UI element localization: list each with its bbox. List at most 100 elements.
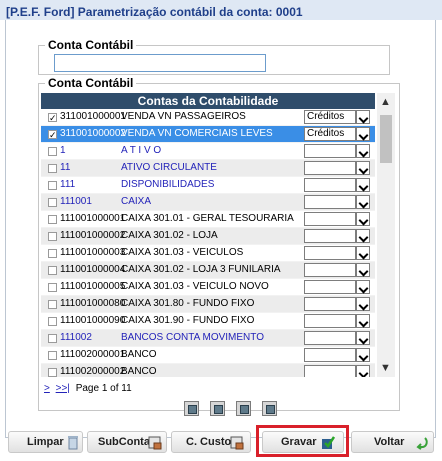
chevron-down-icon[interactable] [356, 331, 370, 345]
chevron-down-icon[interactable] [356, 297, 370, 311]
account-description: BANCO [121, 349, 157, 360]
account-type-select[interactable] [304, 246, 356, 260]
table-row[interactable]: 111002000001 BANCO [41, 347, 375, 364]
pager-next-link[interactable]: > [44, 383, 50, 394]
account-description: CAIXA 301.03 - VEICULOS [121, 247, 244, 258]
account-type-select[interactable] [304, 195, 356, 209]
subaccount-button[interactable]: SubConta [87, 431, 167, 453]
previous-page-icon[interactable] [210, 401, 225, 416]
table-row[interactable]: 11 ATIVO CIRCULANTE [41, 160, 375, 177]
table-row[interactable]: 111001000003 CAIXA 301.03 - VEICULOS [41, 245, 375, 262]
account-filter-input[interactable] [54, 54, 266, 72]
chevron-down-icon[interactable] [356, 178, 370, 192]
account-type-select[interactable] [304, 144, 356, 158]
account-code: 111001000005 [60, 281, 126, 292]
account-code: 311001000001 [60, 111, 126, 122]
row-checkbox[interactable] [48, 283, 57, 292]
subaccount-button-label: SubConta [98, 436, 150, 448]
chevron-down-icon[interactable] [356, 127, 370, 141]
filter-group: Conta Contábil [38, 38, 390, 75]
table-row[interactable]: 111001 CAIXA [41, 194, 375, 211]
chevron-down-icon[interactable] [356, 314, 370, 328]
row-checkbox[interactable] [48, 232, 57, 241]
scroll-thumb[interactable] [380, 115, 392, 163]
scroll-down-icon[interactable]: ▼ [380, 362, 391, 374]
account-type-select[interactable] [304, 348, 356, 362]
account-type-select[interactable] [304, 297, 356, 311]
table-row[interactable]: 111001000002 CAIXA 301.02 - LOJA [41, 228, 375, 245]
next-page-icon[interactable] [236, 401, 251, 416]
chevron-down-icon[interactable] [356, 280, 370, 294]
account-description: CAIXA 301.02 - LOJA 3 FUNILARIA [121, 264, 281, 275]
return-arrow-icon [416, 437, 428, 450]
grid-scrollbar[interactable]: ▲ ▼ [377, 93, 395, 377]
account-type-select[interactable] [304, 229, 356, 243]
first-page-icon[interactable] [184, 401, 199, 416]
grid-rows: ✓ 311001000001 VENDA VN PASSAGEIROS Crédito… [41, 109, 375, 377]
account-description: CAIXA 301.01 - GERAL TESOURARIA [121, 213, 294, 224]
table-row[interactable]: 1 A T I V O [41, 143, 375, 160]
chevron-down-icon[interactable] [356, 144, 370, 158]
account-type-select[interactable] [304, 263, 356, 277]
pager-status: Page 1 of 11 [75, 383, 132, 394]
account-description: A T I V O [121, 145, 162, 156]
cost-center-button[interactable]: C. Custo [171, 431, 251, 453]
clear-button[interactable]: Limpar [8, 431, 83, 453]
account-description: VENDA VN PASSAGEIROS [121, 111, 246, 122]
table-row[interactable]: 111001000001 CAIXA 301.01 - GERAL TESOURA… [41, 211, 375, 228]
row-checkbox[interactable] [48, 181, 57, 190]
row-checkbox[interactable]: ✓ [48, 130, 57, 140]
account-type-select[interactable] [304, 280, 356, 294]
row-checkbox[interactable] [48, 198, 57, 207]
row-checkbox[interactable] [48, 215, 57, 224]
table-row[interactable]: 111001000004 CAIXA 301.02 - LOJA 3 FUNILA… [41, 262, 375, 279]
table-row[interactable]: ✓ 311001000001 VENDA VN PASSAGEIROS Crédito… [41, 109, 375, 126]
row-checkbox[interactable] [48, 249, 57, 258]
table-row[interactable]: 111001000090 CAIXA 301.90 - FUNDO FIXO [41, 313, 375, 330]
chevron-down-icon[interactable] [356, 246, 370, 260]
chevron-down-icon[interactable] [356, 212, 370, 226]
chevron-down-icon[interactable] [356, 348, 370, 362]
account-code: 111001000080 [60, 298, 126, 309]
accounts-grid: Contas da Contabilidade ✓ 311001000001 VEN… [41, 93, 375, 377]
row-checkbox[interactable] [48, 334, 57, 343]
row-checkbox[interactable] [48, 317, 57, 326]
account-type-select[interactable] [304, 212, 356, 226]
pager-last-link[interactable]: >>| [56, 383, 70, 394]
account-type-select[interactable] [304, 161, 356, 175]
account-type-select[interactable] [304, 331, 356, 345]
table-row[interactable]: 111 DISPONIBILIDADES [41, 177, 375, 194]
last-page-icon[interactable] [262, 401, 277, 416]
row-checkbox[interactable] [48, 266, 57, 275]
list-legend: Conta Contábil [45, 76, 137, 90]
chevron-down-icon[interactable] [356, 229, 370, 243]
chevron-down-icon[interactable] [356, 195, 370, 209]
row-checkbox[interactable] [48, 164, 57, 173]
account-code: 11 [60, 162, 71, 173]
account-type-select[interactable] [304, 365, 356, 377]
account-code: 111002000001 [60, 349, 126, 360]
table-row[interactable]: 111001000005 CAIXA 301.03 - VEICULO NOVO [41, 279, 375, 296]
account-code: 311001000002 [60, 128, 126, 139]
window-icon [148, 436, 162, 450]
table-row[interactable]: 111001000080 CAIXA 301.80 - FUNDO FIXO [41, 296, 375, 313]
account-type-select[interactable] [304, 314, 356, 328]
chevron-down-icon[interactable] [356, 110, 370, 124]
row-checkbox[interactable] [48, 368, 57, 377]
row-checkbox[interactable] [48, 351, 57, 360]
account-type-select[interactable]: Créditos [304, 127, 356, 141]
chevron-down-icon[interactable] [356, 365, 370, 377]
chevron-down-icon[interactable] [356, 161, 370, 175]
account-type-select[interactable] [304, 178, 356, 192]
account-type-select[interactable]: Créditos [304, 110, 356, 124]
row-checkbox[interactable]: ✓ [48, 113, 57, 123]
table-row[interactable]: ✓ 311001000002 VENDA VN COMERCIAIS LEVES Cr… [41, 126, 375, 143]
scroll-up-icon[interactable]: ▲ [380, 96, 391, 108]
account-description: DISPONIBILIDADES [121, 179, 215, 190]
row-checkbox[interactable] [48, 300, 57, 309]
chevron-down-icon[interactable] [356, 263, 370, 277]
row-checkbox[interactable] [48, 147, 57, 156]
back-button[interactable]: Voltar [351, 431, 434, 453]
table-row[interactable]: 111002 BANCOS CONTA MOVIMENTO [41, 330, 375, 347]
table-row[interactable]: 111002000002 BANCO [41, 364, 375, 377]
